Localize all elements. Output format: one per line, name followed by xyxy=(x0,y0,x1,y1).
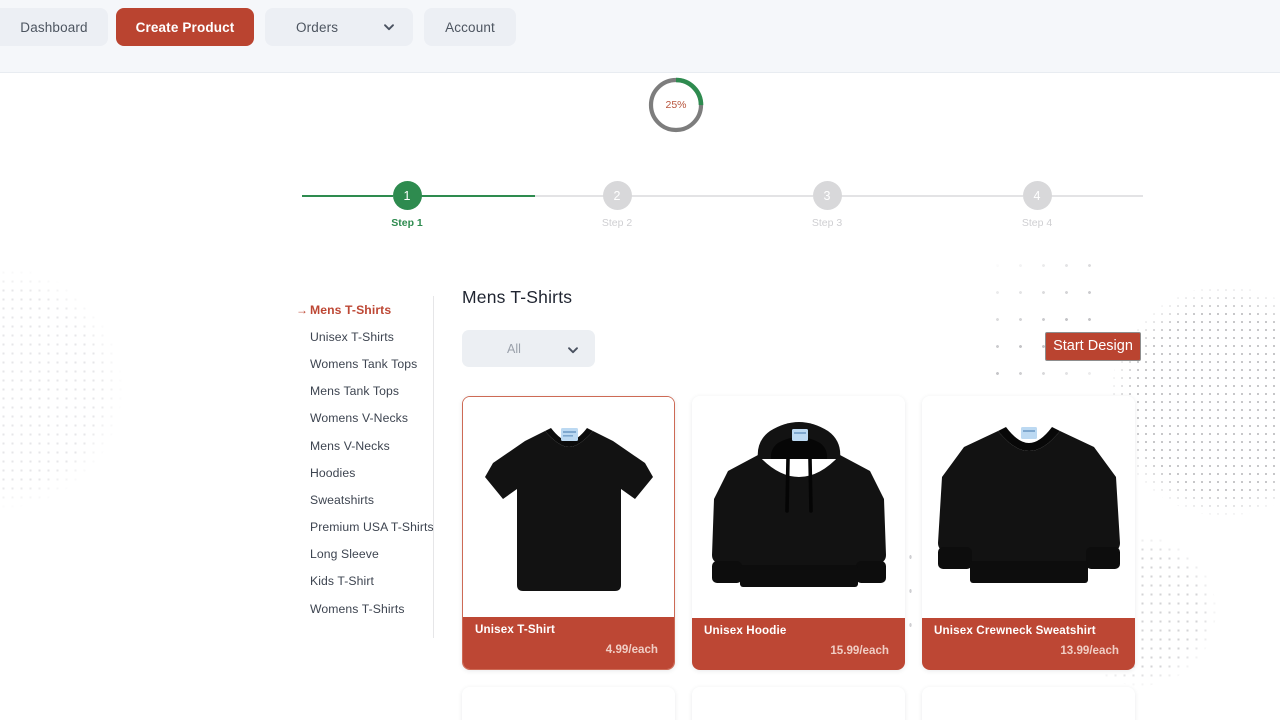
category-item-label: Sweatshirts xyxy=(310,492,375,507)
halftone-decoration-left xyxy=(0,268,122,508)
category-item-label: Mens Tank Tops xyxy=(310,384,400,399)
product-image xyxy=(463,397,674,617)
product-grid: Unisex T-Shirt 4.99/each Unisex Hoodie 15.… xyxy=(462,396,1144,720)
overall-progress-ring: 25% xyxy=(646,75,706,135)
product-card[interactable]: Unisex T-Shirt 4.99/each xyxy=(462,396,675,670)
product-name: Unisex Crewneck Sweatshirt xyxy=(934,624,1096,637)
product-filter-select[interactable]: All xyxy=(462,330,595,367)
category-item-womens-v-necks[interactable]: Womens V-Necks xyxy=(310,405,421,432)
stepper-connector-4 xyxy=(631,195,813,197)
stepper-node-2[interactable]: 2 xyxy=(602,181,632,210)
stepper-caption-1: Step 1 xyxy=(391,217,423,229)
product-name: Unisex T-Shirt xyxy=(475,623,556,636)
stepper-node-1[interactable]: 1 xyxy=(392,181,422,210)
category-item-label: Hoodies xyxy=(310,465,356,480)
category-item-label: Womens V-Necks xyxy=(310,411,409,426)
nav-dashboard[interactable]: Dashboard xyxy=(0,8,108,46)
product-card[interactable] xyxy=(462,687,675,720)
nav-create-product-label: Create Product xyxy=(135,19,235,35)
nav-account-label: Account xyxy=(445,19,495,35)
nav-dashboard-label: Dashboard xyxy=(20,19,88,35)
top-navigation-items: Dashboard Create Product Orders Account xyxy=(0,8,516,46)
category-item-hoodies[interactable]: Hoodies xyxy=(310,459,421,486)
start-design-button[interactable]: Start Design xyxy=(1045,332,1141,361)
category-item-mens-tank-tops[interactable]: Mens Tank Tops xyxy=(310,378,421,405)
page-title: Mens T-Shirts xyxy=(462,287,573,307)
product-image xyxy=(922,687,1135,720)
product-card-footer: Unisex T-Shirt 4.99/each xyxy=(463,617,674,669)
category-item-label: Long Sleeve xyxy=(310,547,379,562)
nav-orders[interactable]: Orders xyxy=(265,8,413,46)
product-image xyxy=(692,396,905,618)
product-image xyxy=(922,396,1135,618)
category-item-label: Womens Tank Tops xyxy=(310,356,418,371)
category-item-kids-t-shirt[interactable]: Kids T-Shirt xyxy=(310,568,421,595)
category-item-womens-tank-tops[interactable]: Womens Tank Tops xyxy=(310,350,421,377)
product-filter-value: All xyxy=(507,341,521,356)
nav-create-product[interactable]: Create Product xyxy=(116,8,254,46)
product-card-footer: Unisex Crewneck Sweatshirt 13.99/each xyxy=(922,618,1135,670)
stepper-connector-6 xyxy=(1051,195,1143,197)
product-card[interactable]: Unisex Crewneck Sweatshirt 13.99/each xyxy=(922,396,1135,670)
category-item-unisex-t-shirts[interactable]: Unisex T-Shirts xyxy=(310,323,421,350)
category-item-mens-v-necks[interactable]: Mens V-Necks xyxy=(310,432,421,459)
dot-sparkle-decoration xyxy=(986,252,1106,402)
category-item-long-sleeve[interactable]: Long Sleeve xyxy=(310,541,421,568)
stepper-node-4[interactable]: 4 xyxy=(1022,181,1052,210)
category-item-womens-t-shirts[interactable]: Womens T-Shirts xyxy=(310,595,421,622)
product-image xyxy=(692,687,905,720)
app-root: Dashboard Create Product Orders Account xyxy=(0,0,1280,720)
arrow-right-icon: → xyxy=(296,302,309,317)
category-item-label: Kids T-Shirt xyxy=(310,574,374,589)
chevron-down-icon xyxy=(383,21,395,33)
product-price: 15.99/each xyxy=(830,644,889,657)
stepper-connector-1 xyxy=(302,195,393,197)
stepper-connector-2 xyxy=(421,195,535,197)
product-card[interactable]: Unisex Hoodie 15.99/each xyxy=(692,396,905,670)
product-image xyxy=(462,687,675,720)
product-card[interactable] xyxy=(922,687,1135,720)
wizard-stepper: 1 Step 1 2 Step 2 3 Step 3 4 Step 4 xyxy=(302,181,1143,231)
top-navigation-bar: Dashboard Create Product Orders Account xyxy=(0,0,1280,73)
category-sidebar: → Mens T-Shirts Unisex T-Shirts Womens Tank… xyxy=(296,296,434,639)
progress-percent-label: 25% xyxy=(665,99,687,111)
category-item-mens-t-shirts[interactable]: → Mens T-Shirts xyxy=(296,296,421,323)
stepper-node-3[interactable]: 3 xyxy=(812,181,842,210)
product-price: 4.99/each xyxy=(605,643,658,656)
nav-account[interactable]: Account xyxy=(424,8,516,46)
category-item-label: Premium USA T-Shirts xyxy=(310,520,434,535)
category-item-sweatshirts[interactable]: Sweatshirts xyxy=(310,486,421,513)
stepper-caption-2: Step 2 xyxy=(601,217,633,229)
chevron-down-icon xyxy=(567,343,579,355)
product-price: 13.99/each xyxy=(1060,644,1119,657)
product-card[interactable] xyxy=(692,687,905,720)
stepper-connector-5 xyxy=(841,195,1023,197)
category-item-label: Mens V-Necks xyxy=(310,438,390,453)
nav-orders-label: Orders xyxy=(296,19,339,35)
stepper-caption-3: Step 3 xyxy=(811,217,843,229)
category-item-label: Unisex T-Shirts xyxy=(310,329,394,344)
category-item-premium-usa-t-shirts[interactable]: Premium USA T-Shirts xyxy=(310,514,434,541)
product-card-footer: Unisex Hoodie 15.99/each xyxy=(692,618,905,670)
stepper-caption-4: Step 4 xyxy=(1021,217,1053,229)
category-item-label: Mens T-Shirts xyxy=(310,302,392,317)
category-item-label: Womens T-Shirts xyxy=(310,601,405,616)
product-name: Unisex Hoodie xyxy=(704,624,787,637)
